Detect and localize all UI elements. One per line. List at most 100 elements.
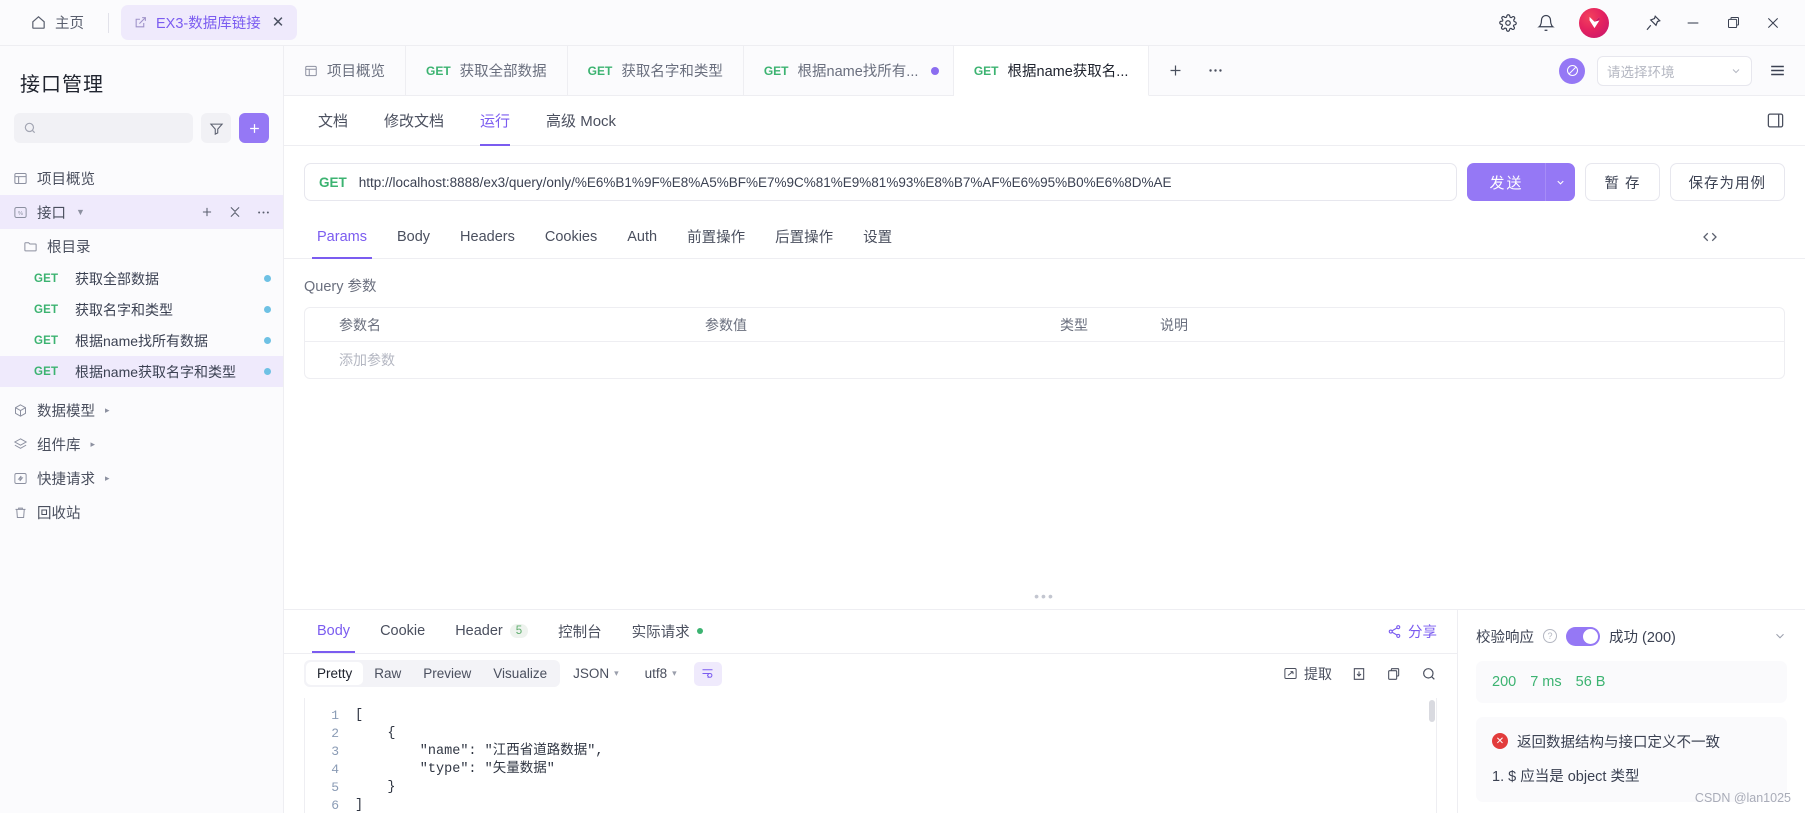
url-input[interactable]: GET http://localhost:8888/ex3/query/only… [304, 163, 1458, 201]
search-icon[interactable] [1421, 666, 1437, 682]
gear-icon[interactable] [1489, 4, 1527, 42]
share-button[interactable]: 分享 [1387, 621, 1437, 642]
sidebar-api-item-selected[interactable]: GET 根据name获取名字和类型 [0, 356, 283, 387]
project-tab[interactable]: EX3-数据库链接 ✕ [121, 5, 298, 40]
sidebar-api-item[interactable]: GET 获取名字和类型 [0, 294, 283, 325]
close-tab-icon[interactable]: ✕ [270, 15, 285, 30]
add-api-button[interactable] [239, 113, 269, 143]
sidebar-item-data-model[interactable]: 数据模型 ▸ [0, 393, 283, 427]
ptab-headers[interactable]: Headers [447, 215, 528, 259]
ptab-cookies[interactable]: Cookies [532, 215, 610, 259]
format-raw[interactable]: Raw [363, 662, 412, 685]
maximize-icon[interactable] [1713, 4, 1753, 42]
ptab-label: 前置操作 [687, 230, 746, 246]
tab-get-name-type-by-name[interactable]: GET 根据name获取名... [953, 46, 1150, 96]
tabstrip-right: 请选择环境 [1559, 46, 1805, 95]
collapse-icon[interactable] [228, 205, 242, 219]
tab-find-by-name[interactable]: GET 根据name找所有... [744, 46, 954, 95]
wrap-icon[interactable] [693, 661, 722, 686]
sidebar-folder-root[interactable]: 根目录 [0, 229, 283, 263]
ptab-body[interactable]: Body [384, 215, 443, 259]
chevron-right-icon[interactable]: ▸ [105, 405, 110, 416]
search-box[interactable] [14, 113, 193, 143]
bell-icon[interactable] [1527, 4, 1565, 42]
rtab-cookie[interactable]: Cookie [367, 609, 438, 653]
save-draft-label: 暂 存 [1604, 175, 1641, 192]
response-code-box[interactable]: 1 2 3 4 5 6 [ { "name": "江西省道路数据", "type… [304, 697, 1437, 813]
extract-button[interactable]: 提取 [1283, 664, 1332, 684]
save-draft-button[interactable]: 暂 存 [1585, 163, 1660, 201]
sidebar-item-quick-request-label: 快捷请求 [37, 471, 95, 488]
chevron-down-icon[interactable] [1773, 629, 1787, 643]
sidebar-api-item[interactable]: GET 获取全部数据 [0, 263, 283, 294]
content-type-select[interactable]: JSON ▾ [560, 666, 632, 681]
subtab-doc[interactable]: 文档 [304, 96, 362, 146]
sidebar-item-apis[interactable]: % 接口 ▼ [0, 195, 283, 229]
minimize-icon[interactable] [1673, 4, 1713, 42]
more-icon[interactable] [256, 205, 271, 220]
validation-error-header: ✕ 返回数据结构与接口定义不一致 [1492, 731, 1771, 752]
code-scrollbar[interactable] [1429, 699, 1435, 722]
sidebar-title: 接口管理 [20, 74, 104, 96]
box-icon [12, 402, 29, 419]
sidebar-item-component-lib[interactable]: 组件库 ▸ [0, 427, 283, 461]
environment-icon[interactable] [1559, 57, 1585, 84]
add-icon[interactable] [200, 205, 214, 219]
format-visualize[interactable]: Visualize [482, 662, 558, 685]
response-section: Body Cookie Header 5 控制台 实际请求 分享 Pretty … [284, 608, 1805, 813]
tab-more-button[interactable] [1195, 46, 1235, 96]
rtab-body[interactable]: Body [304, 609, 363, 653]
watermark: CSDN @lan1025 [1694, 791, 1791, 805]
sidebar-item-overview[interactable]: 项目概览 [0, 161, 283, 195]
format-raw-label: Raw [374, 666, 402, 681]
column-header-desc: 说明 [1160, 316, 1188, 333]
tab-get-all-data[interactable]: GET 获取全部数据 [406, 46, 568, 95]
rtab-actual-request[interactable]: 实际请求 [619, 609, 716, 653]
copy-icon[interactable] [1386, 666, 1402, 682]
send-button[interactable]: 发送 [1467, 163, 1576, 201]
filter-icon[interactable] [201, 113, 231, 143]
editor-tabstrip: 项目概览 GET 获取全部数据 GET 获取名字和类型 GET 根据name找所… [284, 46, 1805, 96]
format-preview[interactable]: Preview [412, 662, 482, 685]
ptab-params[interactable]: Params [304, 215, 380, 259]
new-tab-button[interactable] [1155, 46, 1195, 96]
pin-icon[interactable] [1633, 4, 1673, 42]
ptab-post-operation[interactable]: 后置操作 [762, 215, 846, 259]
ptab-pre-operation[interactable]: 前置操作 [674, 215, 758, 259]
panel-toggle-icon[interactable] [1766, 111, 1785, 130]
query-params-empty-row[interactable]: 添加参数 [305, 342, 1784, 378]
tab-get-name-type[interactable]: GET 获取名字和类型 [568, 46, 744, 95]
ptab-auth[interactable]: Auth [614, 215, 670, 259]
rtab-header[interactable]: Header 5 [442, 609, 541, 653]
close-icon[interactable] [1753, 4, 1793, 42]
download-icon[interactable] [1351, 666, 1367, 682]
sidebar-item-recycle-bin[interactable]: 回收站 [0, 495, 283, 529]
sidebar-item-quick-request[interactable]: 快捷请求 ▸ [0, 461, 283, 495]
panel-splitter[interactable]: ••• [284, 583, 1805, 609]
help-icon[interactable]: ? [1543, 629, 1557, 643]
chevron-right-icon[interactable]: ▸ [105, 473, 110, 484]
format-pretty[interactable]: Pretty [306, 662, 364, 685]
tab-project-overview[interactable]: 项目概览 [284, 46, 406, 95]
sidebar-api-item[interactable]: GET 根据name找所有数据 [0, 325, 283, 356]
home-tab[interactable]: 主页 [18, 6, 96, 39]
charset-select[interactable]: utf8 ▾ [632, 666, 690, 681]
subtab-edit-doc[interactable]: 修改文档 [370, 96, 458, 146]
environment-select[interactable]: 请选择环境 [1597, 55, 1752, 86]
ptab-settings[interactable]: 设置 [850, 215, 905, 259]
chevron-down-icon[interactable]: ▼ [76, 207, 85, 217]
send-dropdown-icon[interactable] [1545, 163, 1575, 201]
subtab-advanced-mock[interactable]: 高级 Mock [532, 96, 630, 146]
sidebar-folder-root-label: 根目录 [47, 239, 91, 256]
chevron-right-icon[interactable]: ▸ [91, 439, 96, 450]
content-type-value: JSON [573, 666, 610, 681]
unsaved-dot [931, 66, 940, 75]
rtab-console[interactable]: 控制台 [545, 609, 615, 653]
subtab-run[interactable]: 运行 [466, 96, 524, 146]
subtab-label: 运行 [480, 113, 511, 130]
search-input[interactable] [43, 120, 184, 136]
format-pretty-label: Pretty [317, 666, 353, 681]
menu-icon[interactable] [1764, 61, 1791, 80]
folder-icon [22, 238, 39, 255]
validation-toggle[interactable] [1566, 626, 1600, 646]
